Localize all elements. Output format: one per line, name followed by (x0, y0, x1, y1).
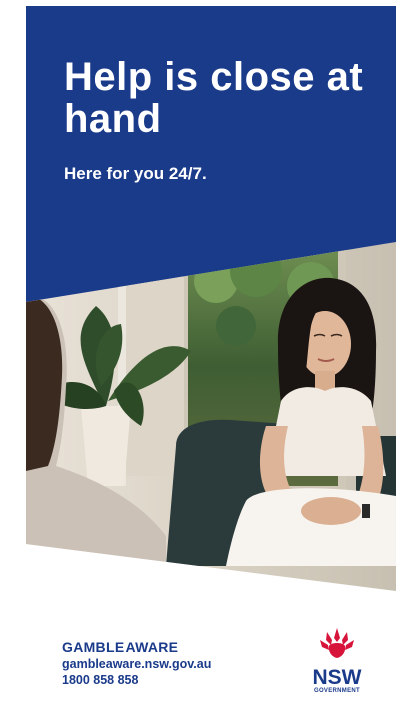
gambleaware-contact: GAMBLEAWARE gambleaware.nsw.gov.au 1800 … (62, 639, 211, 687)
phone-number: 1800 858 858 (62, 673, 139, 687)
nsw-logo-text: NSW (312, 666, 362, 689)
website-text: gambleaware.nsw.gov.au (62, 657, 212, 671)
gambleaware-logo: GAMBLEAWARE (62, 639, 211, 655)
waratah-icon (320, 628, 354, 658)
nsw-government-logo: NSW GOVERNMENT (302, 626, 372, 694)
brochure-cover: Help is close at hand Here for you 24/7.… (26, 6, 396, 709)
subheading: Here for you 24/7. (64, 164, 207, 183)
headline: Help is close at hand (64, 55, 364, 141)
gambleaware-logo-aware: AWARE (125, 639, 179, 655)
gambleaware-logo-gamble: GAMBLE (62, 639, 125, 655)
